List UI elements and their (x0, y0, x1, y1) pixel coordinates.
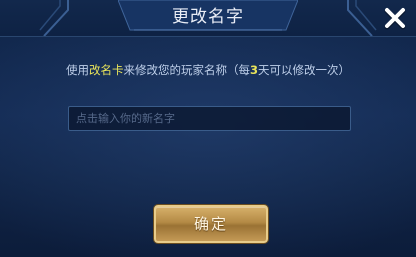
new-name-input[interactable] (68, 106, 351, 131)
hint-part-3: 天可以修改一次） (258, 63, 350, 77)
close-icon (384, 8, 406, 30)
confirm-button[interactable]: 确定 (154, 205, 268, 243)
hint-part-2: 来修改您的玩家名称（每 (123, 63, 250, 77)
close-button[interactable] (380, 4, 410, 34)
dialog-header: 更改名字 (0, 0, 416, 37)
rename-dialog: 更改名字 使用改名卡来修改您的玩家名称（每3天可以修改一次） 确定 (0, 0, 416, 257)
rename-interval-days: 3 (249, 63, 258, 77)
hint-part-1: 使用 (65, 63, 89, 77)
rename-hint-text: 使用改名卡来修改您的玩家名称（每3天可以修改一次） (0, 62, 416, 78)
confirm-button-label: 确定 (193, 215, 228, 233)
rename-card-name: 改名卡 (88, 63, 124, 77)
dialog-title: 更改名字 (172, 7, 244, 27)
